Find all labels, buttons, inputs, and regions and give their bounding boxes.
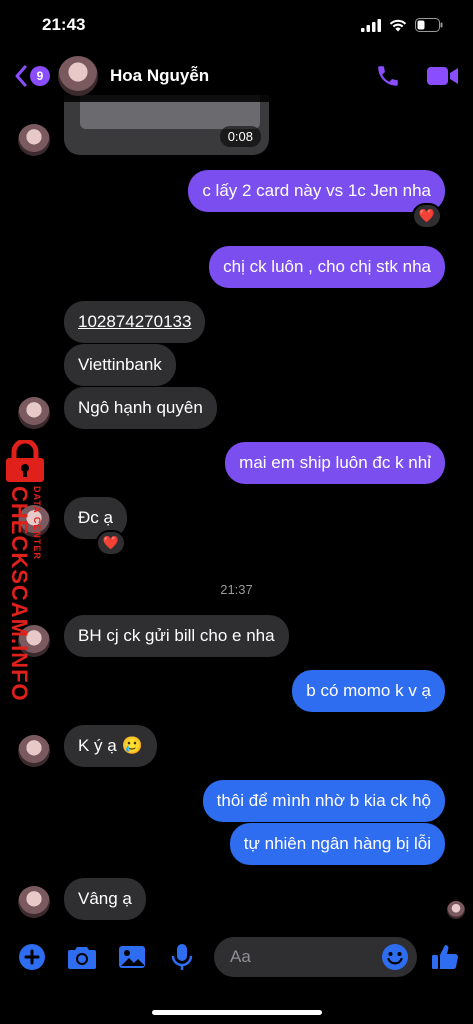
gallery-button[interactable] [114,939,150,975]
message-bubble-outgoing[interactable]: b có momo k v ạ [292,670,445,712]
message-bubble-incoming[interactable]: Ngô hạnh quyên [64,387,217,429]
image-icon [119,946,145,968]
seen-receipt-avatar [447,901,465,919]
contact-name[interactable]: Hoa Nguyễn [110,66,375,86]
message-bubble-outgoing[interactable]: mai em ship luôn đc k nhỉ [225,442,445,484]
plus-icon [19,944,45,970]
chevron-left-icon [15,65,27,87]
message-input[interactable] [230,947,350,967]
watermark-subtext: DATA CENTER [32,486,42,560]
sender-avatar[interactable] [18,124,50,156]
message-bubble-incoming[interactable]: K ý ạ 🥲 [64,725,157,767]
watermark: CHECKSCAM.INFO DATA CENTER [2,438,54,702]
message-bubble-incoming[interactable]: Vâng ạ [64,878,146,920]
message-thread: 0:08 c lấy 2 card này vs 1c Jen nha ❤️ c… [0,0,473,1024]
watermark-text: CHECKSCAM.INFO [7,486,32,702]
thumbs-up-icon[interactable] [431,943,459,971]
sender-avatar[interactable] [18,735,50,767]
plus-button[interactable] [14,939,50,975]
video-call-icon[interactable] [427,65,459,87]
home-indicator[interactable] [152,1010,322,1015]
sender-avatar[interactable] [18,397,50,429]
contact-avatar[interactable] [58,56,98,96]
video-duration: 0:08 [219,126,261,147]
message-bubble-outgoing[interactable]: tự nhiên ngân hàng bị lỗi [229,823,445,865]
message-bubble-incoming[interactable]: BH cj ck gửi bill cho e nha [64,615,289,657]
message-bubble-incoming[interactable]: Viettinbank [64,344,176,386]
lock-icon [6,438,44,482]
thread-timestamp: 21:37 [220,582,253,597]
message-input-container[interactable] [214,937,417,977]
message-bubble-outgoing[interactable]: c lấy 2 card này vs 1c Jen nha [188,170,445,212]
message-bubble-incoming-account-number[interactable]: 102874270133 [64,301,206,343]
conversation-header: 9 Hoa Nguyễn [0,50,473,102]
microphone-button[interactable] [164,939,200,975]
message-composer [0,930,473,984]
heart-reaction-icon[interactable]: ❤️ [412,203,442,229]
phone-icon[interactable] [375,63,401,89]
message-bubble-outgoing[interactable]: chị ck luôn , cho chị stk nha [209,246,445,288]
camera-button[interactable] [64,939,100,975]
sender-avatar[interactable] [18,886,50,918]
unread-badge: 9 [30,66,50,86]
emoji-icon[interactable] [381,943,409,971]
header-actions [375,63,459,89]
heart-reaction-icon[interactable]: ❤️ [96,530,126,556]
camera-icon [68,947,96,969]
back-button[interactable]: 9 [14,65,50,87]
video-message[interactable]: 0:08 [64,95,269,155]
message-bubble-outgoing[interactable]: thôi để mình nhờ b kia ck hộ [202,780,445,822]
microphone-icon [171,944,193,970]
